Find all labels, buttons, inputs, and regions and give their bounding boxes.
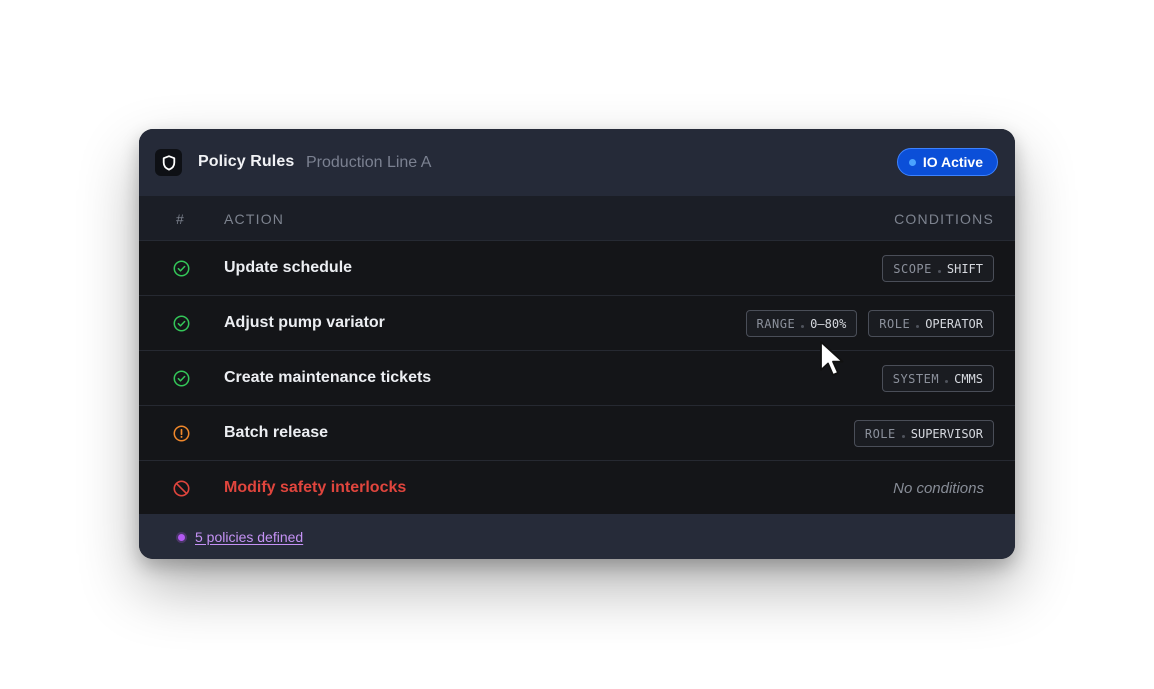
action-label: Batch release (224, 424, 329, 441)
conditions-list: SYSTEM CMMS (881, 365, 994, 392)
condition-value: CMMS (954, 371, 983, 386)
separator-dot (801, 324, 805, 328)
separator-dot (901, 434, 905, 438)
condition-tag[interactable]: ROLE SUPERVISOR (853, 420, 994, 447)
blocked-circle-icon (173, 480, 190, 497)
no-conditions-text: No conditions (893, 480, 984, 497)
separator-dot (945, 379, 949, 383)
table-header: # ACTION CONDITIONS (139, 196, 1015, 241)
action-label: Modify safety interlocks (224, 479, 407, 496)
condition-key: RANGE (756, 316, 796, 331)
panel-footer: 5 policies defined (139, 514, 1015, 559)
column-header-index: # (176, 211, 185, 227)
condition-tag[interactable]: RANGE 0–80% (745, 310, 858, 337)
page-title: Policy Rules (198, 153, 295, 170)
condition-key: ROLE (864, 426, 896, 441)
condition-key: SCOPE (893, 261, 932, 276)
alert-circle-icon (173, 425, 190, 442)
condition-tag[interactable]: SYSTEM CMMS (881, 365, 994, 392)
page-subtitle: Production Line A (306, 154, 432, 171)
status-dot-icon (178, 534, 185, 541)
action-label: Adjust pump variator (224, 314, 385, 331)
table-row[interactable]: Create maintenance tickets SYSTEM CMMS (139, 351, 1015, 406)
table-row[interactable]: Batch release ROLE SUPERVISOR (139, 406, 1015, 461)
condition-key: ROLE (879, 316, 911, 331)
conditions-list: ROLE SUPERVISOR (853, 420, 994, 447)
io-active-badge[interactable]: IO Active (896, 148, 998, 176)
separator-dot (937, 269, 941, 273)
panel-header: Policy Rules Production Line A IO Active (139, 129, 1015, 196)
io-active-label: IO Active (922, 154, 983, 170)
table-row[interactable]: Modify safety interlocks No conditions (139, 461, 1015, 514)
conditions-list: SCOPE SHIFT (882, 255, 994, 282)
policy-rules-panel: Policy Rules Production Line A IO Active… (139, 129, 1015, 559)
column-header-action: ACTION (224, 211, 285, 227)
separator-dot (916, 324, 920, 328)
check-circle-icon (173, 260, 190, 277)
condition-value: SHIFT (946, 261, 983, 276)
status-dot-icon (908, 158, 916, 166)
condition-key: SYSTEM (892, 371, 940, 386)
condition-value: OPERATOR (925, 316, 983, 331)
shield-icon (155, 149, 182, 176)
condition-tag[interactable]: ROLE OPERATOR (868, 310, 994, 337)
check-circle-icon (173, 315, 190, 332)
action-label: Update schedule (224, 259, 353, 276)
conditions-list: RANGE 0–80% ROLE OPERATOR (745, 310, 994, 337)
table-row[interactable]: Adjust pump variator RANGE 0–80% ROLE OP… (139, 296, 1015, 351)
condition-value: SUPERVISOR (910, 426, 983, 441)
action-label: Create maintenance tickets (224, 369, 432, 386)
table-row[interactable]: Update schedule SCOPE SHIFT (139, 241, 1015, 296)
policies-count-link[interactable]: 5 policies defined (195, 529, 303, 545)
check-circle-icon (173, 370, 190, 387)
column-header-conditions: CONDITIONS (894, 211, 994, 227)
condition-value: 0–80% (810, 316, 847, 331)
condition-tag[interactable]: SCOPE SHIFT (882, 255, 994, 282)
